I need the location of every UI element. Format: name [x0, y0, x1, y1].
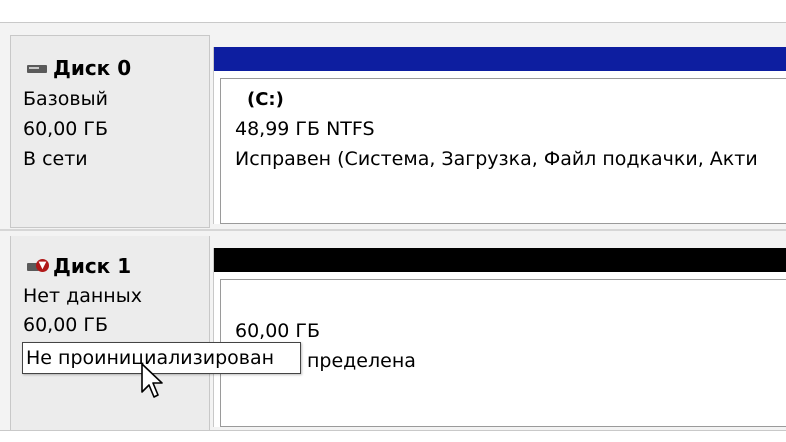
partition-c-size-fs: 48,99 ГБ NTFS [235, 118, 375, 140]
disk-1-size: 60,00 ГБ [23, 314, 109, 336]
disk-row-0[interactable]: Диск 0 Базовый 60,00 ГБ В сети (C:) 48,9… [0, 35, 786, 228]
partition-c[interactable]: (C:) 48,99 ГБ NTFS Исправен (Система, За… [220, 78, 786, 224]
next-disk-row-edge [0, 430, 786, 442]
partition-c-name: (C:) [247, 89, 284, 110]
disk-1-partitions: 60,00 ГБ пределена [213, 248, 786, 427]
partition-c-header-bar [214, 47, 786, 71]
unallocated-size: 60,00 ГБ [235, 320, 321, 342]
disk-0-title-text: Диск 0 [53, 56, 132, 80]
disk-0-title: Диск 0 [27, 56, 131, 80]
disk-0-type: Базовый [23, 88, 108, 110]
unallocated-status: пределена [307, 350, 416, 372]
partition-c-status: Исправен (Система, Загрузка, Файл подкач… [235, 148, 758, 170]
disk-0-partitions: (C:) 48,99 ГБ NTFS Исправен (Система, За… [213, 47, 786, 224]
row-separator [0, 229, 786, 231]
disk-1-title: ▼ Диск 1 [27, 254, 131, 278]
disk-0-status: В сети [23, 148, 88, 170]
mouse-pointer-icon [141, 363, 163, 398]
disk-0-label-panel[interactable]: Диск 0 Базовый 60,00 ГБ В сети [10, 35, 210, 228]
disk-1-title-text: Диск 1 [53, 254, 132, 278]
disk-1-type: Нет данных [23, 285, 142, 307]
disk-1-label-panel[interactable]: ▼ Диск 1 Нет данных 60,00 ГБ [10, 236, 210, 431]
hard-disk-icon [27, 61, 49, 75]
disk-management-view: Диск 0 Базовый 60,00 ГБ В сети (C:) 48,9… [0, 0, 786, 442]
disk-row-1[interactable]: ▼ Диск 1 Нет данных 60,00 ГБ 60,00 ГБ пр… [0, 236, 786, 431]
hard-disk-error-icon: ▼ [27, 259, 49, 273]
previous-disk-row-edge [0, 0, 786, 23]
unallocated-header-bar [214, 248, 786, 272]
disk-0-size: 60,00 ГБ [23, 118, 109, 140]
unallocated-space[interactable]: 60,00 ГБ пределена [220, 279, 786, 427]
